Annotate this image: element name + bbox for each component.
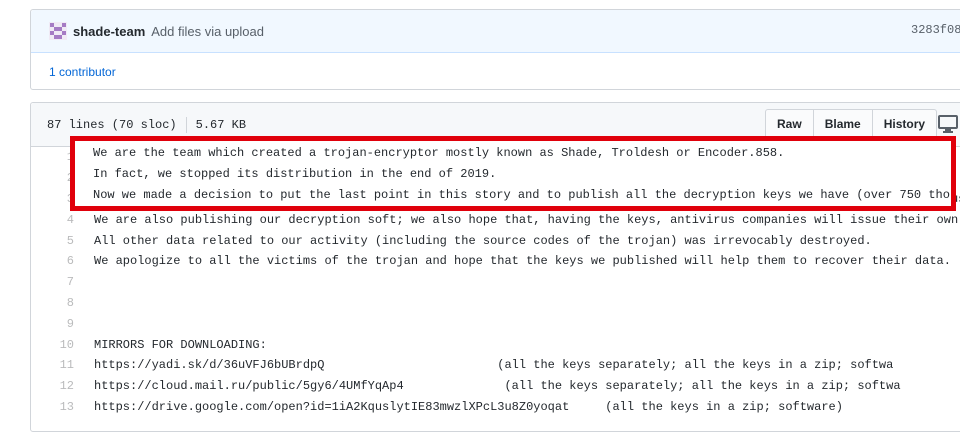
code-line: 6 We apologize to all the victims of the … xyxy=(31,251,960,272)
blame-button[interactable]: Blame xyxy=(812,109,873,139)
line-number[interactable]: 7 xyxy=(31,275,94,289)
highlighted-line: Now we made a decision to put the last p… xyxy=(93,187,951,202)
history-button[interactable]: History xyxy=(871,109,938,139)
highlighted-line: In fact, we stopped its distribution in … xyxy=(93,166,497,181)
code-line: 11 https://yadi.sk/d/36uVFJ6bUBrdpQ (all … xyxy=(31,355,960,376)
code-line: 5 All other data related to our activity … xyxy=(31,230,960,251)
code-line: 12 https://cloud.mail.ru/public/5gy6/4UMf… xyxy=(31,376,960,397)
line-number[interactable]: 13 xyxy=(31,400,94,414)
code-line: 10 MIRRORS FOR DOWNLOADING: xyxy=(31,334,960,355)
raw-button[interactable]: Raw xyxy=(765,109,814,139)
line-text: All other data related to our activity (… xyxy=(94,233,872,248)
file-size: 5.67 KB xyxy=(195,118,247,132)
line-text: MIRRORS FOR DOWNLOADING: xyxy=(94,337,267,352)
code-line: 7 xyxy=(31,272,960,293)
line-text: https://drive.google.com/open?id=1iA2Kqu… xyxy=(94,399,843,414)
highlighted-line: We are the team which created a trojan-e… xyxy=(93,146,785,160)
line-number[interactable]: 5 xyxy=(31,234,94,248)
code-line: 8 xyxy=(31,293,960,314)
line-number[interactable]: 6 xyxy=(31,254,94,268)
file-actions: Raw Blame History xyxy=(765,109,938,139)
line-number[interactable]: 10 xyxy=(31,338,94,352)
latest-commit-row: shade-team Add files via upload 3283f08 xyxy=(31,10,960,53)
line-number[interactable]: 8 xyxy=(31,296,94,310)
commit-author-link[interactable]: shade-team xyxy=(73,24,145,39)
line-text: https://yadi.sk/d/36uVFJ6bUBrdpQ (all th… xyxy=(94,358,894,373)
avatar[interactable] xyxy=(49,22,67,40)
file-info-divider xyxy=(185,117,187,133)
desktop-icon[interactable] xyxy=(937,114,959,134)
line-number[interactable]: 4 xyxy=(31,213,94,227)
line-number[interactable]: 12 xyxy=(31,379,94,393)
line-number[interactable]: 9 xyxy=(31,317,94,331)
line-number[interactable]: 11 xyxy=(31,358,94,372)
code-line: 13 https://drive.google.com/open?id=1iA2K… xyxy=(31,397,960,418)
line-text: We apologize to all the victims of the t… xyxy=(94,254,951,269)
contributors-link[interactable]: 1 contributor xyxy=(49,65,116,79)
line-text: We are also publishing our decryption so… xyxy=(94,212,960,227)
line-text: https://cloud.mail.ru/public/5gy6/4UMfYq… xyxy=(94,379,901,394)
code-line: 4 We are also publishing our decryption s… xyxy=(31,209,960,230)
highlight-box: We are the team which created a trojan-e… xyxy=(70,136,956,211)
commit-box: shade-team Add files via upload 3283f08 … xyxy=(30,9,960,90)
commit-message-link[interactable]: Add files via upload xyxy=(151,24,264,39)
code-line: 9 xyxy=(31,313,960,334)
file-info: 87 lines (70 sloc) 5.67 KB xyxy=(47,117,246,133)
contributors-row: 1 contributor xyxy=(31,53,960,91)
file-lines-info: 87 lines (70 sloc) xyxy=(47,118,177,132)
commit-sha-link[interactable]: 3283f08 xyxy=(911,23,960,37)
